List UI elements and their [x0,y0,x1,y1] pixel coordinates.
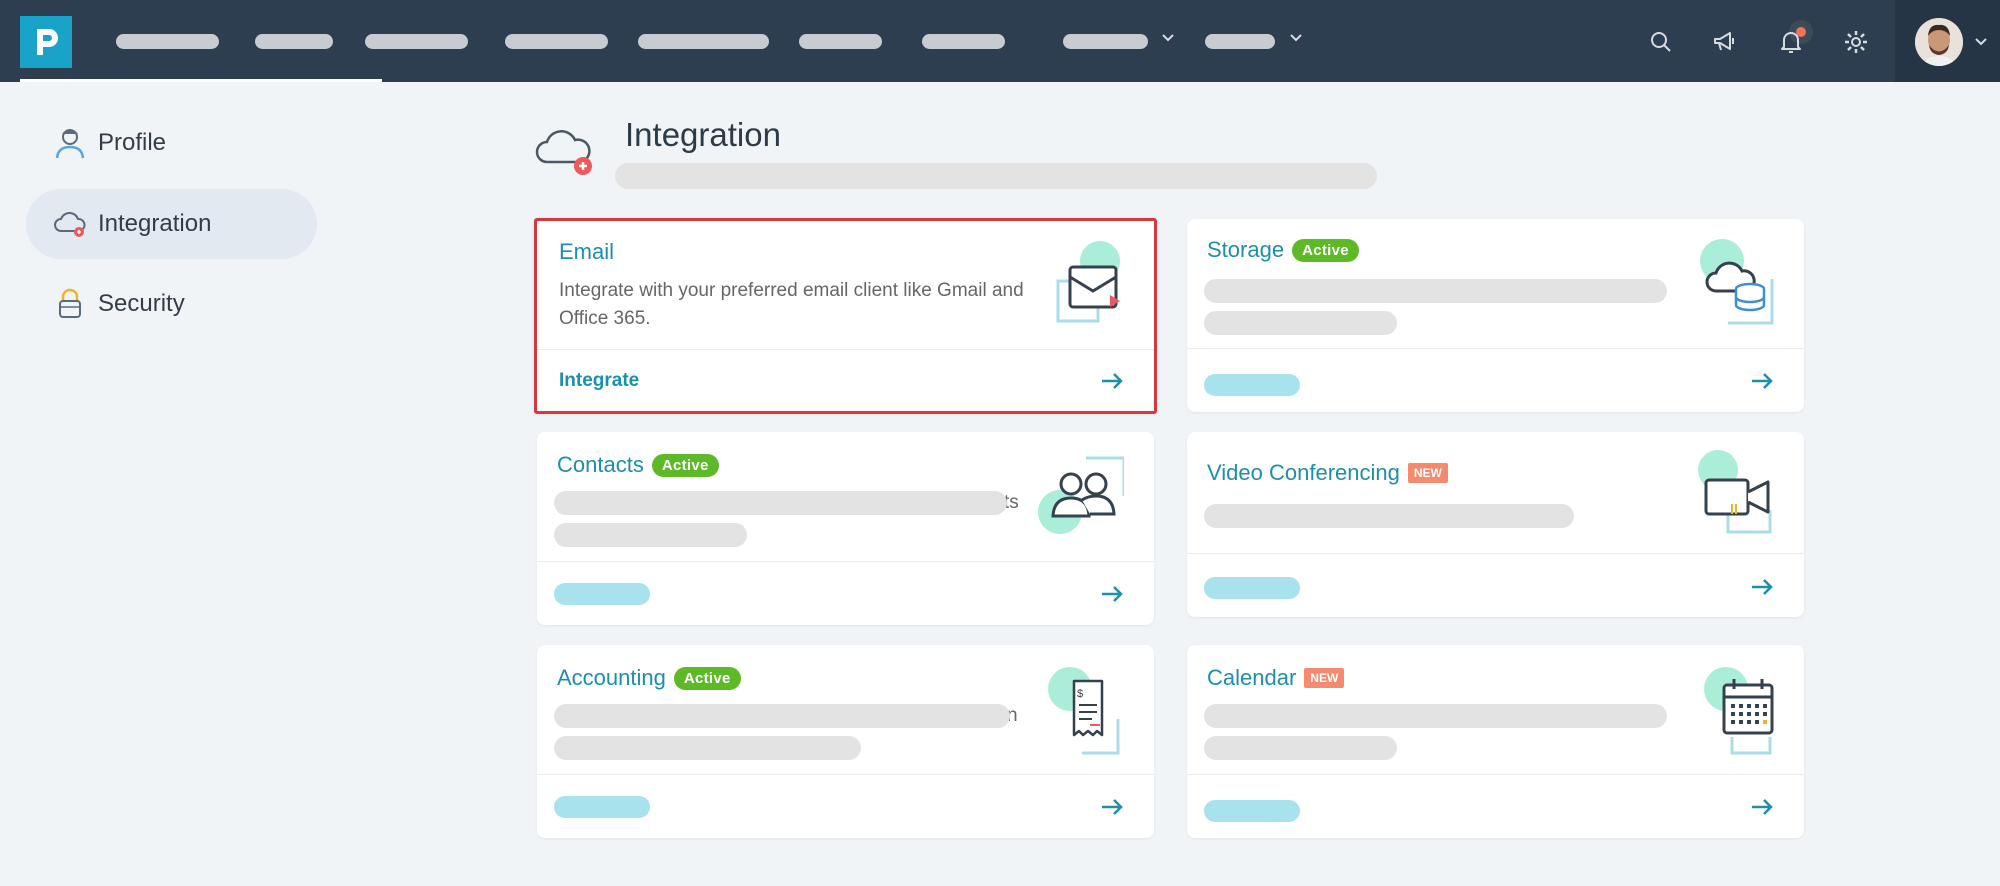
description-placeholder [1204,504,1574,528]
nav-dropdown-1[interactable] [1063,34,1148,49]
page-title: Integration [625,116,781,153]
nav-item-3[interactable] [365,34,468,49]
card-divider [1187,553,1804,554]
chevron-down-icon[interactable] [1160,30,1176,46]
card-divider [1187,348,1804,349]
arrow-right-icon[interactable] [1100,584,1124,604]
integrate-link[interactable]: Integrate [559,370,639,392]
arrow-right-icon[interactable] [1100,371,1124,391]
app-logo[interactable] [20,16,72,68]
nav-dropdown-2[interactable] [1205,34,1275,49]
description-placeholder [554,523,747,547]
card-title: Storage Active [1207,237,1359,263]
new-badge: NEW [1407,463,1448,483]
action-link-placeholder[interactable] [1204,800,1300,822]
action-link-placeholder[interactable] [1204,577,1300,599]
calendar-icon [1704,667,1774,755]
description-placeholder [554,736,861,760]
card-divider [537,774,1154,775]
email-icon [1056,241,1120,323]
card-title: Video Conferencing NEW [1207,460,1448,486]
card-divider [537,349,1154,350]
sidebar-item-integration[interactable]: Integration [26,189,317,259]
cloud-storage-icon [1700,239,1774,325]
user-menu[interactable] [1895,0,2000,82]
card-title: Calendar NEW [1207,665,1345,691]
nav-item-2[interactable] [255,34,333,49]
nav-item-6[interactable] [799,34,882,49]
user-icon [52,125,88,161]
sidebar-item-label: Integration [98,210,212,237]
card-divider [1187,774,1804,775]
avatar[interactable] [1915,18,1963,66]
video-camera-icon [1698,450,1772,534]
card-title: Accounting Active [557,665,741,691]
lock-icon [52,286,88,322]
sidebar-item-profile[interactable]: Profile [26,108,317,178]
description-placeholder [554,704,1010,728]
card-description: Integrate with your preferred email clie… [559,280,1024,329]
integration-card-contacts[interactable]: Contacts Active ts [537,432,1154,625]
description-placeholder [1204,704,1667,728]
status-badge: Active [651,453,719,477]
arrow-right-icon[interactable] [1750,797,1774,817]
nav-item-7[interactable] [922,34,1005,49]
svg-text:$: $ [1077,688,1083,700]
cloud-add-icon [535,122,597,178]
megaphone-icon[interactable] [1711,28,1739,56]
nav-item-5[interactable] [638,34,769,49]
bell-icon[interactable] [1777,28,1805,56]
chevron-down-icon[interactable] [1973,34,1989,50]
sidebar-item-label: Security [98,290,185,317]
card-title: Contacts Active [557,452,719,478]
cloud-icon [52,206,88,242]
receipt-icon: $ [1048,667,1120,755]
card-divider [537,561,1154,562]
description-placeholder [1204,736,1397,760]
search-icon[interactable] [1647,28,1675,56]
integration-card-email[interactable]: Email Integrate with your preferred emai… [534,218,1157,414]
status-badge: Active [673,666,741,690]
top-navbar [0,0,2000,82]
chevron-down-icon[interactable] [1288,30,1304,46]
description-placeholder [554,491,1007,515]
page-subtitle-placeholder [615,163,1377,189]
contacts-icon [1038,456,1124,534]
arrow-right-icon[interactable] [1750,577,1774,597]
integration-card-video-conferencing[interactable]: Video Conferencing NEW [1187,432,1804,617]
integration-card-calendar[interactable]: Calendar NEW [1187,645,1804,838]
description-placeholder [1204,279,1667,303]
card-title: Email [559,239,615,264]
arrow-right-icon[interactable] [1100,797,1124,817]
gear-icon[interactable] [1842,28,1870,56]
description-placeholder [1204,311,1397,335]
sidebar-item-label: Profile [98,129,167,156]
sidebar-item-security[interactable]: Security [26,269,317,339]
status-badge: Active [1292,238,1359,262]
integration-card-accounting[interactable]: Accounting Active n $ [537,645,1154,838]
active-nav-indicator [20,79,382,82]
new-badge: NEW [1304,668,1345,688]
nav-item-1[interactable] [116,34,219,49]
action-link-placeholder[interactable] [554,583,650,605]
action-link-placeholder[interactable] [554,796,650,818]
nav-item-4[interactable] [505,34,608,49]
integration-card-storage[interactable]: Storage Active [1187,219,1804,412]
logo-icon [37,29,58,55]
arrow-right-icon[interactable] [1750,371,1774,391]
action-link-placeholder[interactable] [1204,374,1300,396]
